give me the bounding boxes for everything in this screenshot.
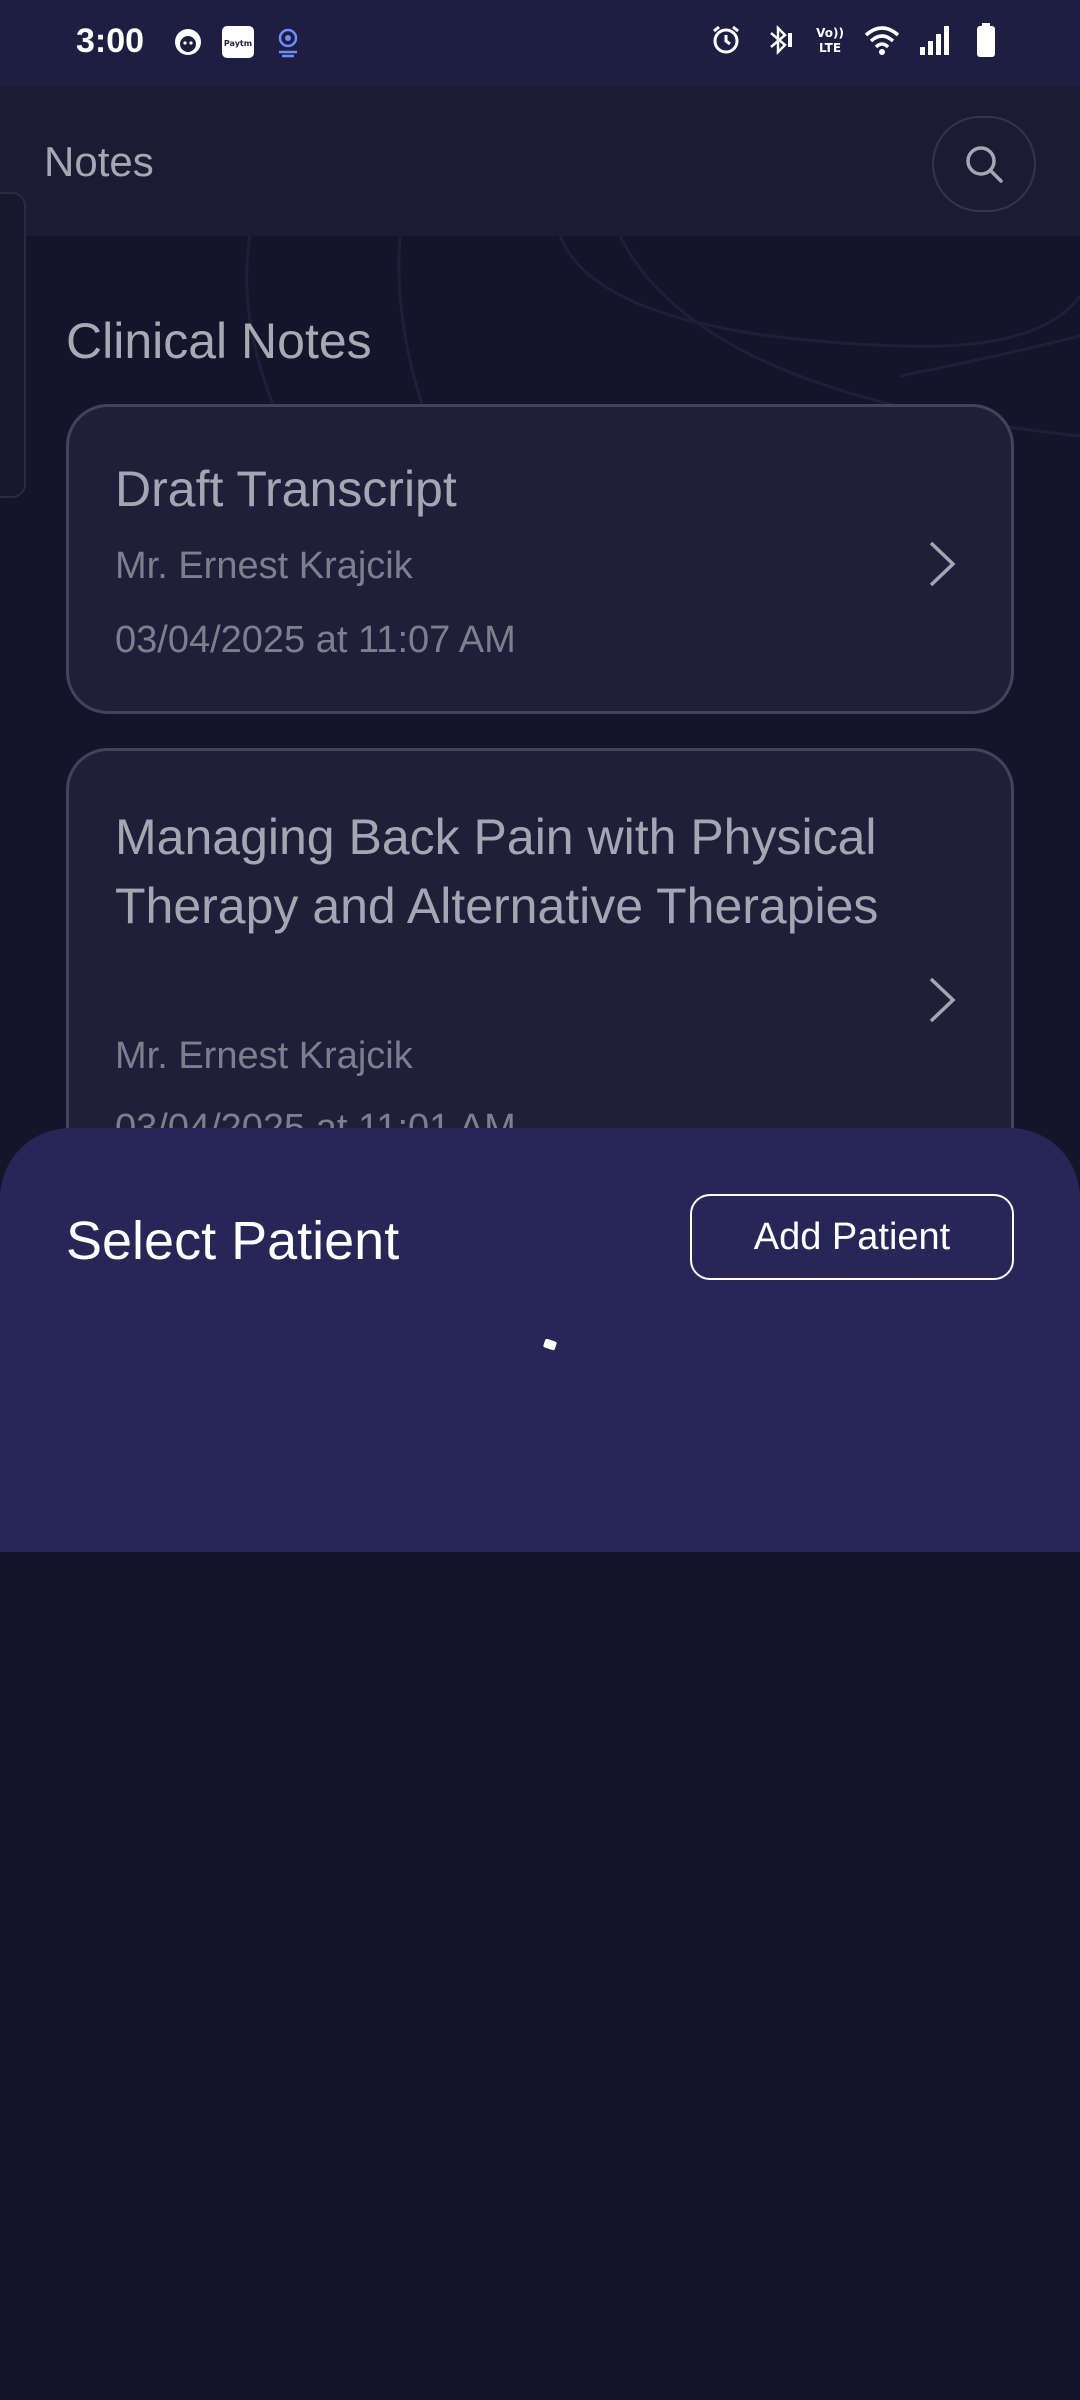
loading-spinner-icon [542,1338,558,1351]
wifi-icon [864,22,900,58]
note-patient: Mr. Ernest Krajcik [115,1035,413,1077]
volte-icon: Vo)) LTE [812,22,848,58]
status-time: 3:00 [76,22,145,60]
face-icon [170,24,206,60]
paytm-icon-text: Paytm [224,39,252,48]
search-button[interactable] [932,116,1036,212]
note-title: Draft Transcript [115,461,457,517]
select-patient-sheet: Select Patient Add Patient [0,1128,1080,1552]
status-bar: 3:00 Paytm Vo)) LTE [0,0,1080,86]
battery-icon [968,22,1004,58]
sheet-title: Select Patient [66,1211,400,1271]
volte-icon-text-bottom: LTE [819,41,841,55]
signal-icon [916,22,952,58]
app-bar: Notes [0,86,1080,236]
add-patient-button[interactable]: Add Patient [690,1194,1014,1280]
note-card[interactable]: Managing Back Pain with Physical Therapy… [66,748,1014,1168]
notification-icons: Paytm [170,24,306,60]
notes-screen: 3:00 Paytm Vo)) LTE Notes Clinical Notes… [0,0,1080,2400]
side-drawer-handle[interactable] [0,192,26,498]
note-card[interactable]: Draft Transcript Mr. Ernest Krajcik 03/0… [66,404,1014,714]
note-title: Managing Back Pain with Physical Therapy… [115,809,879,934]
system-icons: Vo)) LTE [708,22,1004,58]
chevron-right-icon [929,541,956,587]
chevron-right-icon [929,977,956,1023]
search-icon [966,146,1003,183]
bluetooth-icon [760,22,796,58]
location-pin-icon [270,24,306,60]
alarm-icon [708,22,744,58]
note-date: 03/04/2025 at 11:07 AM [115,619,516,661]
paytm-icon: Paytm [220,24,256,60]
section-title: Clinical Notes [66,313,372,369]
note-patient: Mr. Ernest Krajcik [115,545,413,587]
volte-icon-text-top: Vo)) [816,26,844,40]
page-title: Notes [44,138,154,185]
